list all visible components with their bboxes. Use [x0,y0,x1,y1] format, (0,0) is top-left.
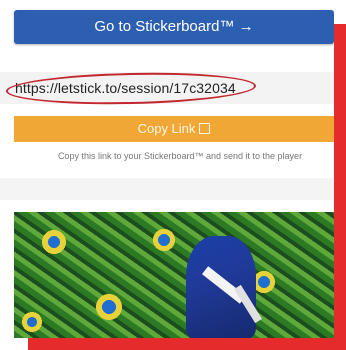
session-panel: Go to Stickerboard™ → https://letstick.t… [0,0,334,338]
copy-icon [199,123,211,134]
copy-link-label: Copy Link [137,121,196,136]
red-highlight-frame-right [334,24,346,350]
peacock-feather-image [14,212,334,338]
copy-link-button[interactable]: Copy Link [14,116,334,142]
copy-hint-text: Copy this link to your Stickerboard™ and… [57,151,303,161]
divider-band [0,178,334,200]
red-highlight-frame-bottom [28,338,346,350]
goto-stickerboard-button[interactable]: Go to Stickerboard™ → [14,10,334,44]
